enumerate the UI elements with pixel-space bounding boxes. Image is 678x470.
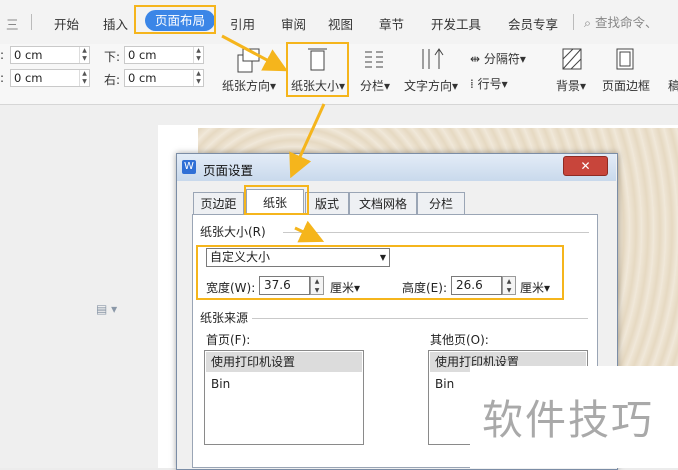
arrow-icon [221, 34, 288, 72]
arrow-icon [294, 220, 325, 243]
annotation-arrows [221, 34, 326, 243]
arrow-icon [289, 103, 326, 179]
